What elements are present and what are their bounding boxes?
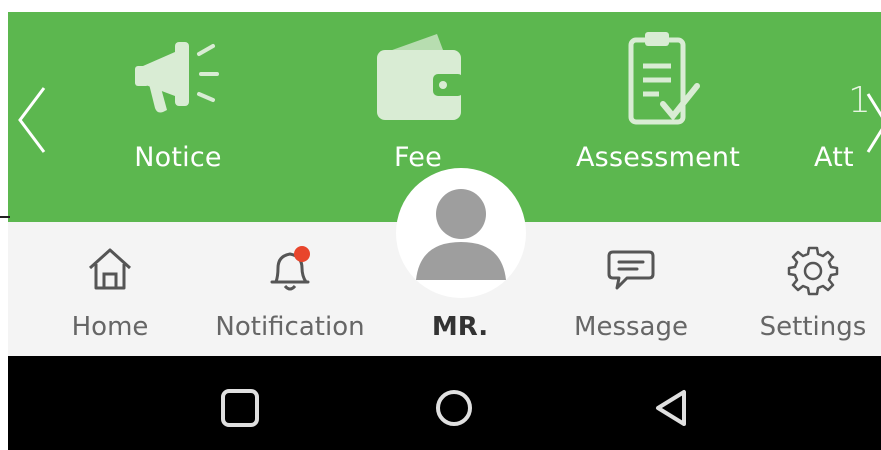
tab-label: MR. bbox=[431, 312, 489, 342]
menu-item-label: Assessment bbox=[576, 142, 740, 173]
menu-item-notice[interactable]: Notice bbox=[78, 12, 278, 212]
carousel-next-button[interactable] bbox=[862, 88, 881, 158]
gear-icon bbox=[787, 244, 839, 296]
chat-icon bbox=[605, 244, 657, 296]
circle-icon bbox=[436, 390, 472, 426]
tab-label: Home bbox=[71, 312, 149, 342]
menu-item-label: Fee bbox=[394, 142, 442, 173]
system-home-button[interactable] bbox=[432, 386, 476, 430]
recent-apps-button[interactable] bbox=[218, 386, 262, 430]
tab-label: Message bbox=[574, 312, 688, 342]
home-icon bbox=[84, 244, 136, 296]
megaphone-icon bbox=[123, 28, 233, 128]
chevron-left-icon bbox=[18, 87, 46, 153]
tab-message[interactable]: Message bbox=[556, 222, 706, 356]
tab-notification[interactable]: Notification bbox=[200, 222, 380, 356]
tab-home[interactable]: Home bbox=[40, 222, 180, 356]
back-triangle-icon bbox=[656, 390, 686, 426]
menu-item-assessment[interactable]: Assessment bbox=[558, 12, 758, 212]
tab-label: Settings bbox=[759, 312, 867, 342]
square-icon bbox=[221, 389, 259, 427]
tab-label: Notification bbox=[215, 312, 365, 342]
bell-icon bbox=[264, 244, 316, 296]
chevron-right-icon bbox=[866, 93, 881, 153]
tab-settings[interactable]: Settings bbox=[748, 222, 878, 356]
tab-profile[interactable]: MR. bbox=[400, 222, 520, 356]
clipboard-check-icon bbox=[603, 28, 713, 128]
carousel-prev-button[interactable] bbox=[12, 80, 52, 160]
edge-mark bbox=[0, 216, 10, 218]
system-back-button[interactable] bbox=[650, 386, 694, 430]
app-screen: Notice Fee Assessment Att 1 Home Notific… bbox=[0, 0, 881, 450]
menu-item-label: Notice bbox=[134, 142, 222, 173]
wallet-icon bbox=[363, 28, 473, 128]
